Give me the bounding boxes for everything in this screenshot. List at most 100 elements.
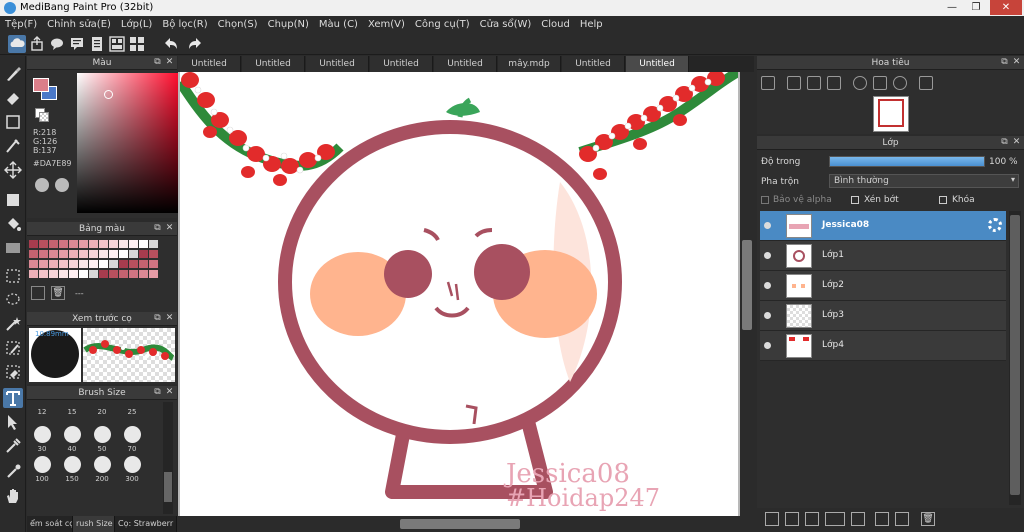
visibility-icon[interactable] (764, 282, 771, 289)
menu-edit[interactable]: Chỉnh sửa(E) (42, 16, 116, 33)
palette-swatch[interactable] (109, 250, 118, 258)
layer-row-lop1[interactable]: Lớp1 (760, 241, 1006, 271)
palette-swatch[interactable] (89, 250, 98, 258)
layer-scrollbar[interactable] (1009, 211, 1021, 505)
palette-swatch[interactable] (39, 240, 48, 248)
select-eraser-icon[interactable] (3, 362, 23, 382)
undock-icon[interactable]: ⧉ (153, 314, 162, 323)
doc-tab[interactable]: Untitled (434, 56, 497, 72)
palette-swatch[interactable] (89, 260, 98, 268)
select-pen-icon[interactable] (3, 338, 23, 358)
sv-cursor[interactable] (104, 90, 113, 99)
palette-swatch[interactable] (119, 250, 128, 258)
doc-tab[interactable]: Untitled (242, 56, 305, 72)
palette-swatch[interactable] (29, 250, 38, 258)
new-layer-icon[interactable] (765, 512, 779, 526)
palette-swatch[interactable] (89, 270, 98, 278)
palette-swatch[interactable] (69, 260, 78, 268)
flip-icon[interactable] (919, 76, 933, 90)
palette-swatch[interactable] (79, 270, 88, 278)
hscroll-thumb[interactable] (400, 519, 520, 529)
palette-swatch[interactable] (49, 260, 58, 268)
color-wheel-icon[interactable] (55, 178, 69, 192)
tab-brush-strawberry[interactable]: Cọ: Strawberr (115, 516, 177, 532)
dropper-tool-icon[interactable] (3, 436, 23, 456)
brush-size-70[interactable]: 70 (117, 426, 147, 453)
duplicate-layer-icon[interactable] (875, 512, 889, 526)
undo-icon[interactable] (162, 35, 180, 53)
brush-size-150[interactable]: 150 (57, 456, 87, 483)
redo-icon[interactable] (186, 35, 204, 53)
doc-tab[interactable]: Untitled (178, 56, 241, 72)
brush-size-15[interactable]: 15 (57, 406, 87, 416)
pipette-tool-icon[interactable] (3, 462, 23, 482)
foreground-color[interactable] (33, 78, 49, 92)
lasso-tool-icon[interactable] (3, 290, 23, 310)
select-tool-icon[interactable] (3, 266, 23, 286)
move-tool-icon[interactable] (3, 160, 23, 180)
new-swatch-icon[interactable] (31, 286, 45, 300)
brush-tool-icon[interactable] (3, 64, 23, 84)
rotate-left-icon[interactable] (853, 76, 867, 90)
layer-scroll-thumb[interactable] (1010, 215, 1020, 495)
add-layer-dropdown-icon[interactable] (825, 512, 845, 526)
cloud-icon[interactable] (8, 35, 26, 53)
export-icon[interactable] (28, 35, 46, 53)
palette-swatch[interactable] (139, 240, 148, 248)
blend-mode-select[interactable]: Bình thường ▾ (829, 174, 1019, 188)
menu-color[interactable]: Màu (C) (314, 16, 363, 33)
palette-swatch[interactable] (99, 270, 108, 278)
menu-tools[interactable]: Công cụ(T) (410, 16, 475, 33)
panel-close-icon[interactable]: ✕ (1012, 138, 1021, 147)
palette-swatch[interactable] (79, 240, 88, 248)
visibility-icon[interactable] (764, 252, 771, 259)
palette-icon[interactable] (35, 178, 49, 192)
palette-swatch[interactable] (59, 270, 68, 278)
saturation-value-picker[interactable] (77, 73, 184, 213)
palette-swatch[interactable] (89, 240, 98, 248)
vscroll-thumb[interactable] (742, 240, 752, 330)
material-icon[interactable] (108, 35, 126, 53)
canvas-area[interactable]: Jessica08 #Hoidap247 (178, 72, 740, 516)
panel-close-icon[interactable]: ✕ (165, 58, 174, 67)
palette-swatch[interactable] (39, 250, 48, 258)
palette-swatch[interactable] (119, 260, 128, 268)
brush-size-20[interactable]: 20 (87, 406, 117, 416)
palette-swatch[interactable] (79, 260, 88, 268)
eraser-tool-icon[interactable] (3, 88, 23, 108)
palette-swatch[interactable] (49, 250, 58, 258)
palette-swatch[interactable] (99, 260, 108, 268)
palette-swatch[interactable] (69, 250, 78, 258)
reset-view-icon[interactable] (873, 76, 887, 90)
magic-wand-icon[interactable] (3, 314, 23, 334)
menu-cloud[interactable]: Cloud (536, 16, 575, 33)
scroll-thumb[interactable] (164, 472, 172, 502)
zoom-out-icon[interactable] (827, 76, 841, 90)
palette-swatch[interactable] (59, 240, 68, 248)
panel-close-icon[interactable]: ✕ (1012, 58, 1021, 67)
palette-swatch[interactable] (49, 270, 58, 278)
tab-brush-control[interactable]: ểm soát cọ (27, 516, 73, 532)
folder-icon[interactable] (851, 512, 865, 526)
undock-icon[interactable]: ⧉ (153, 58, 162, 67)
palette-swatch[interactable] (139, 250, 148, 258)
zoom-icon[interactable] (761, 76, 775, 90)
comment-icon[interactable] (68, 35, 86, 53)
trash-icon[interactable]: 🗑 (51, 286, 65, 300)
palette-swatch[interactable] (99, 240, 108, 248)
menu-view[interactable]: Xem(V) (363, 16, 410, 33)
tab-brush-size[interactable]: rush Size (73, 516, 115, 532)
maximize-button[interactable]: ❐ (964, 0, 988, 15)
layer-row-jessica08[interactable]: Jessica08 (760, 211, 1006, 241)
panel-close-icon[interactable]: ✕ (165, 224, 174, 233)
palette-swatch[interactable] (59, 260, 68, 268)
panel-close-icon[interactable]: ✕ (165, 388, 174, 397)
brush-size-100[interactable]: 100 (27, 456, 57, 483)
brush-size-30[interactable]: 30 (27, 426, 57, 453)
palette-swatch[interactable] (129, 260, 138, 268)
palette-swatch[interactable] (69, 240, 78, 248)
palette-swatch[interactable] (149, 260, 158, 268)
rotate-right-icon[interactable] (893, 76, 907, 90)
palette-swatch[interactable] (59, 250, 68, 258)
palette-swatch[interactable] (29, 270, 38, 278)
